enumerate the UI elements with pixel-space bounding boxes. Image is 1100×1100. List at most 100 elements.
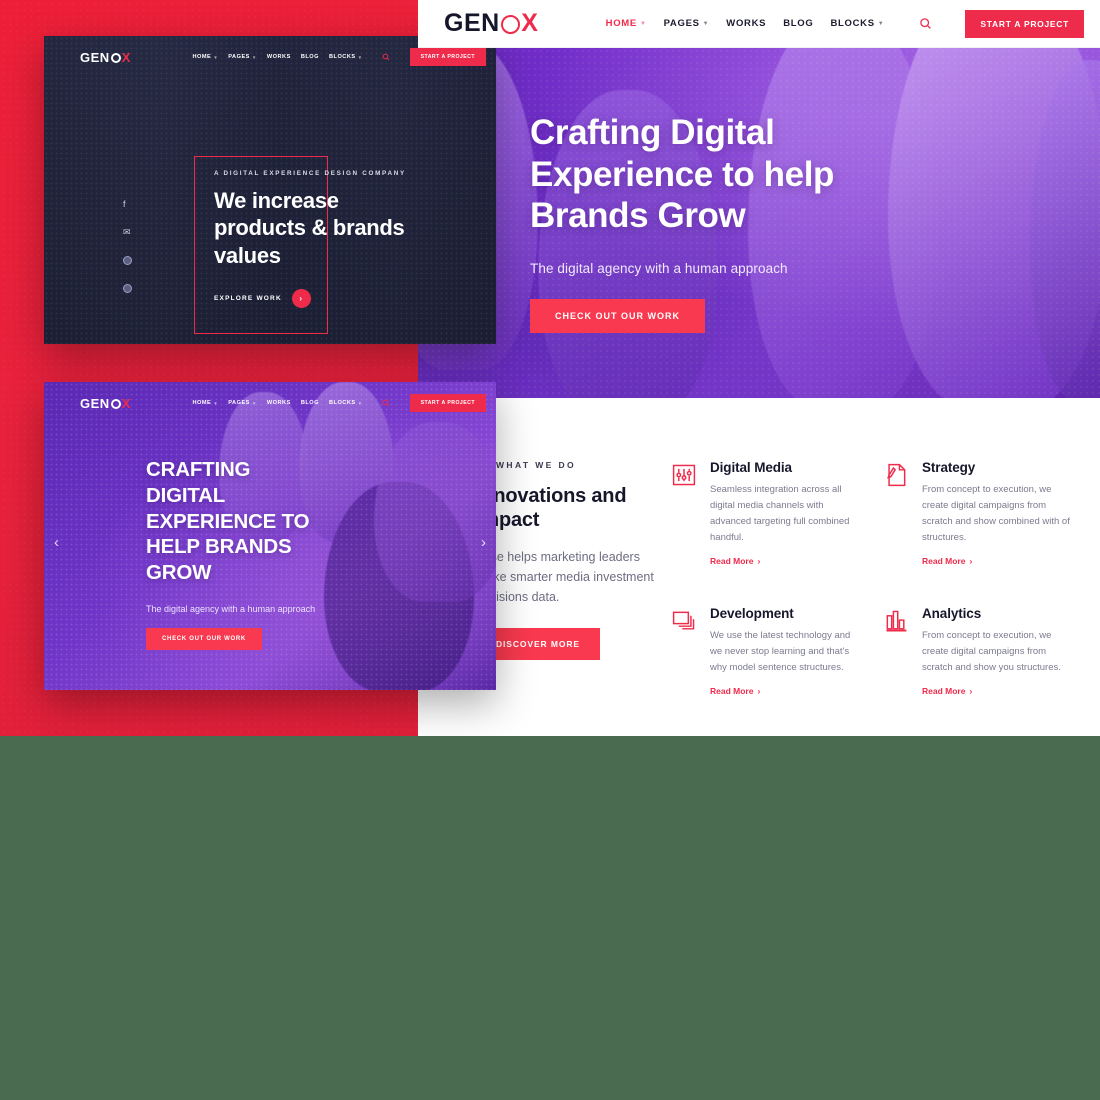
heading-line: values — [214, 242, 281, 268]
start-a-project-button[interactable]: START A PROJECT — [409, 394, 486, 412]
service-description: Seamless integration across all digital … — [710, 484, 850, 543]
hero-heading-line: Brands Grow — [530, 196, 746, 236]
document-pencil-icon — [883, 460, 909, 490]
arrow-right-circle-icon: › — [291, 288, 311, 308]
service-title: Digital Media — [710, 460, 792, 475]
logo-circle-o — [110, 52, 121, 64]
service-card-development[interactable]: Development We use the latest technology… — [671, 606, 859, 696]
nav-label: WORKS — [726, 18, 767, 29]
main-navigation-menu: HOME ▼ PAGES ▼ WORKS BLOG BLOCKS ▼ START A … — [606, 9, 1084, 38]
dark-variant-card: GEN X HOME ▼ PAGES ▼ WORKS BLOG BLOCKS ▼ STA… — [44, 36, 496, 344]
dark-card-logo[interactable]: GEN X — [80, 50, 131, 65]
nav-label: BLOG — [300, 54, 319, 60]
main-website-mockup: Crafting Digital Experience to help Bran… — [418, 0, 1100, 736]
service-description: From concept to execution, we create dig… — [922, 484, 1070, 543]
hero-heading-line: Crafting Digital — [530, 113, 775, 152]
logo-text-x: X — [521, 9, 539, 37]
service-description: We use the latest technology and we neve… — [710, 629, 851, 673]
nav-item-home[interactable]: HOME ▼ — [192, 400, 218, 406]
chevron-down-icon: ▼ — [702, 20, 710, 27]
start-a-project-button[interactable]: START A PROJECT — [409, 48, 486, 66]
service-title: Strategy — [922, 460, 976, 475]
service-read-more-link[interactable]: Read More › — [922, 556, 1071, 566]
read-more-label: Read More — [922, 555, 966, 566]
chevron-down-icon: ▼ — [213, 54, 219, 60]
service-card-strategy[interactable]: Strategy From concept to execution, we c… — [883, 460, 1071, 566]
carousel-next-arrow[interactable]: › — [481, 534, 486, 551]
service-read-more-link[interactable]: Read More › — [710, 556, 859, 566]
what-we-do-intro: WHAT WE DO Innovations and Impact Wise h… — [476, 460, 666, 660]
purple-card-subtitle: The digital agency with a human approach — [146, 604, 316, 615]
sliders-icon — [671, 460, 697, 490]
social-circle-icon-1[interactable] — [123, 256, 132, 265]
nav-item-pages[interactable]: PAGES ▼ — [228, 54, 257, 60]
start-a-project-button[interactable]: START A PROJECT — [965, 9, 1084, 38]
read-more-label: Read More — [710, 555, 754, 566]
services-grid: Digital Media Seamless integration acros… — [671, 460, 1071, 696]
chevron-down-icon: ▼ — [877, 20, 885, 27]
nav-label: HOME — [605, 18, 637, 29]
service-read-more-link[interactable]: Read More › — [710, 686, 859, 696]
dark-card-heading: We increase products & brands values — [214, 187, 474, 269]
nav-item-home[interactable]: HOME ▼ — [192, 54, 218, 60]
chevron-right-icon: › — [969, 555, 973, 566]
logo-text-x: X — [121, 49, 131, 65]
logo-text-gen: GEN — [80, 395, 110, 411]
nav-item-blocks[interactable]: BLOCKS ▼ — [830, 18, 884, 29]
twitter-icon[interactable]: ✉ — [123, 228, 132, 237]
search-icon[interactable] — [382, 399, 390, 407]
search-icon[interactable] — [919, 17, 932, 30]
nav-label: BLOG — [300, 400, 319, 406]
nav-label: WORKS — [266, 54, 291, 60]
purple-card-header: GEN X HOME ▼ PAGES ▼ WORKS BLOG BLOCKS ▼ STA… — [44, 382, 496, 424]
hero-check-out-work-button[interactable]: CHECK OUT OUR WORK — [530, 298, 705, 333]
main-hero-section: Crafting Digital Experience to help Bran… — [418, 0, 1100, 398]
service-title: Development — [710, 605, 794, 621]
nav-item-works[interactable]: WORKS — [726, 18, 766, 29]
chevron-right-icon: › — [757, 555, 761, 566]
chevron-down-icon: ▼ — [251, 54, 257, 60]
nav-item-blocks[interactable]: BLOCKS ▼ — [329, 400, 363, 406]
bar-chart-icon — [883, 606, 909, 636]
service-read-more-link[interactable]: Read More › — [922, 686, 1071, 696]
nav-label: HOME — [192, 400, 212, 406]
nav-item-works[interactable]: WORKS — [267, 400, 291, 406]
purple-card-navigation: HOME ▼ PAGES ▼ WORKS BLOG BLOCKS ▼ START A … — [192, 394, 486, 412]
nav-item-pages[interactable]: PAGES ▼ — [664, 18, 710, 29]
heading-line: We increase — [214, 188, 339, 213]
what-we-do-title: Innovations and Impact — [476, 484, 666, 533]
nav-label: PAGES — [228, 400, 250, 406]
heading-line: HELP BRANDS — [146, 535, 292, 559]
chevron-down-icon: ▼ — [639, 20, 647, 27]
logo-circle-o — [500, 14, 521, 35]
title-line: Impact — [476, 509, 540, 532]
carousel-prev-arrow[interactable]: ‹ — [54, 534, 59, 551]
hero-heading: Crafting Digital Experience to help Bran… — [530, 112, 950, 237]
service-card-digital-media[interactable]: Digital Media Seamless integration acros… — [671, 460, 859, 566]
nav-label: PAGES — [663, 18, 700, 29]
purple-check-out-work-button[interactable]: CHECK OUT OUR WORK — [146, 628, 262, 651]
nav-item-home[interactable]: HOME ▼ — [606, 18, 647, 29]
dark-card-navigation: HOME ▼ PAGES ▼ WORKS BLOG BLOCKS ▼ START A … — [192, 48, 486, 66]
service-card-analytics[interactable]: Analytics From concept to execution, we … — [883, 606, 1071, 696]
nav-item-blocks[interactable]: BLOCKS ▼ — [329, 54, 363, 60]
nav-item-blog[interactable]: BLOG — [301, 54, 319, 60]
site-logo[interactable]: GEN X — [444, 9, 538, 38]
social-circle-icon-2[interactable] — [123, 284, 132, 293]
hero-subtitle: The digital agency with a human approach — [530, 260, 788, 276]
nav-item-blog[interactable]: BLOG — [301, 400, 319, 406]
eyebrow-label: WHAT WE DO — [496, 460, 577, 470]
nav-item-works[interactable]: WORKS — [267, 54, 291, 60]
heading-line: products & brands — [214, 215, 405, 241]
nav-item-pages[interactable]: PAGES ▼ — [228, 400, 257, 406]
facebook-icon[interactable]: f — [123, 200, 132, 209]
search-icon[interactable] — [382, 53, 390, 61]
purple-variant-card: GEN X HOME ▼ PAGES ▼ WORKS BLOG BLOCKS ▼ STA… — [44, 382, 496, 690]
explore-work-link[interactable]: EXPLORE WORK › — [214, 288, 474, 308]
social-links-column: f ✉ — [123, 200, 132, 293]
heading-line: CRAFTING — [146, 458, 251, 481]
nav-label: PAGES — [228, 54, 250, 60]
dark-card-eyebrow: A DIGITAL EXPERIENCE DESIGN COMPANY — [214, 170, 406, 177]
purple-card-logo[interactable]: GEN X — [80, 396, 131, 411]
nav-item-blog[interactable]: BLOG — [783, 18, 813, 29]
